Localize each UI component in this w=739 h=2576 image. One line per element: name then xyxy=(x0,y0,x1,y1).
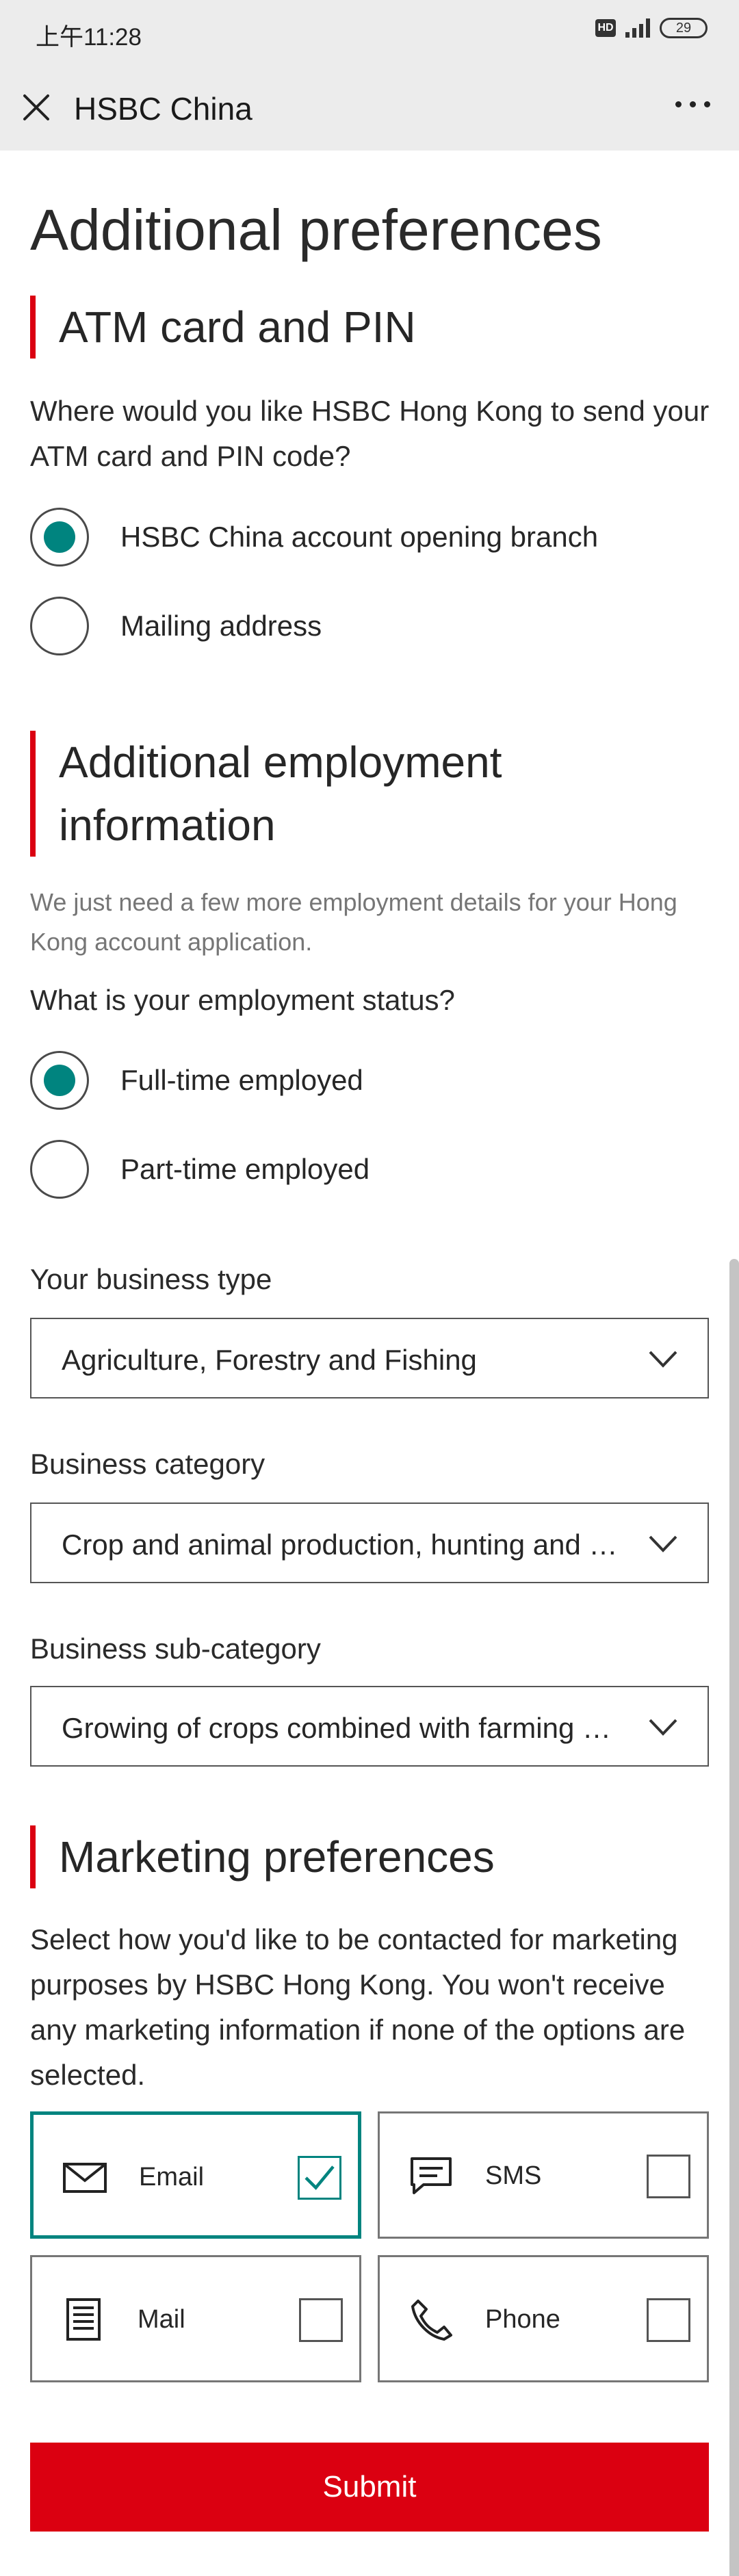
radio-selected-dot xyxy=(44,1065,75,1096)
select-value: Crop and animal production, hunting and … xyxy=(62,1528,623,1561)
status-bar: 上午11:28 HD 29 xyxy=(0,0,739,64)
phone-checkbox[interactable] xyxy=(647,2298,690,2342)
chevron-down-icon xyxy=(649,1535,677,1552)
radio-label: Full-time employed xyxy=(120,1064,363,1096)
submit-button[interactable]: Submit xyxy=(30,2443,709,2532)
radio-button[interactable] xyxy=(30,597,89,655)
employment-question: What is your employment status? xyxy=(30,984,455,1016)
phone-icon xyxy=(411,2300,452,2341)
option-label: Email xyxy=(139,2163,205,2191)
scrollbar[interactable] xyxy=(729,1259,739,2576)
battery-icon: 29 xyxy=(660,18,708,38)
business-type-label: Your business type xyxy=(30,1263,272,1295)
select-value: Agriculture, Forestry and Fishing xyxy=(62,1344,477,1376)
option-label: Mail xyxy=(138,2305,185,2334)
chevron-down-icon xyxy=(649,1719,677,1736)
more-options-icon[interactable] xyxy=(675,101,710,107)
radio-option-full-time[interactable]: Full-time employed xyxy=(30,1051,363,1110)
radio-option-part-time[interactable]: Part-time employed xyxy=(30,1140,370,1199)
employment-helper-text: We just need a few more employment detai… xyxy=(30,888,677,956)
mail-checkbox[interactable] xyxy=(299,2298,343,2342)
marketing-option-phone[interactable]: Phone xyxy=(378,2255,709,2382)
atm-question: Where would you like HSBC Hong Kong to s… xyxy=(30,395,710,472)
radio-button[interactable] xyxy=(30,1140,89,1199)
option-label: Phone xyxy=(485,2305,560,2334)
business-sub-category-label: Business sub-category xyxy=(30,1632,321,1665)
document-icon xyxy=(66,2298,101,2341)
business-category-label: Business category xyxy=(30,1448,265,1480)
status-time: 上午11:28 xyxy=(36,24,142,51)
marketing-option-email[interactable]: Email xyxy=(30,2111,361,2239)
close-icon[interactable] xyxy=(21,92,52,123)
checkmark-icon xyxy=(304,2165,335,2190)
envelope-icon xyxy=(63,2163,107,2193)
app-bar: HSBC China xyxy=(0,64,739,151)
page-title: Additional preferences xyxy=(30,198,602,262)
marketing-description: Select how you'd like to be contacted fo… xyxy=(30,1923,686,2091)
select-value: Growing of crops combined with farming o… xyxy=(62,1712,623,1744)
radio-selected-dot xyxy=(44,521,75,553)
radio-button[interactable] xyxy=(30,1051,89,1110)
marketing-option-mail[interactable]: Mail xyxy=(30,2255,361,2382)
chat-bubble-icon xyxy=(411,2157,452,2194)
email-checkbox[interactable] xyxy=(298,2156,341,2200)
app-bar-title: HSBC China xyxy=(74,91,252,127)
employment-heading-line-1: Additional employment xyxy=(59,738,502,787)
status-icons: HD 29 xyxy=(595,18,708,38)
radio-button[interactable] xyxy=(30,508,89,567)
radio-option-branch[interactable]: HSBC China account opening branch xyxy=(30,508,598,567)
marketing-option-sms[interactable]: SMS xyxy=(378,2111,709,2239)
business-sub-category-select[interactable]: Growing of crops combined with farming o… xyxy=(30,1686,709,1767)
atm-section-heading: ATM card and PIN xyxy=(30,296,416,359)
business-category-select[interactable]: Crop and animal production, hunting and … xyxy=(30,1502,709,1583)
employment-section-heading: Additional employment information xyxy=(30,731,502,857)
signal-icon xyxy=(625,18,650,38)
radio-option-mailing-address[interactable]: Mailing address xyxy=(30,597,322,655)
business-type-select[interactable]: Agriculture, Forestry and Fishing xyxy=(30,1318,709,1398)
marketing-section-heading: Marketing preferences xyxy=(30,1825,495,1888)
employment-heading-line-2: information xyxy=(59,801,276,850)
option-label: SMS xyxy=(485,2161,542,2190)
hd-icon: HD xyxy=(595,19,616,37)
radio-label: Mailing address xyxy=(120,610,322,642)
sms-checkbox[interactable] xyxy=(647,2155,690,2198)
radio-label: Part-time employed xyxy=(120,1153,370,1185)
radio-label: HSBC China account opening branch xyxy=(120,521,599,553)
chevron-down-icon xyxy=(649,1351,677,1368)
